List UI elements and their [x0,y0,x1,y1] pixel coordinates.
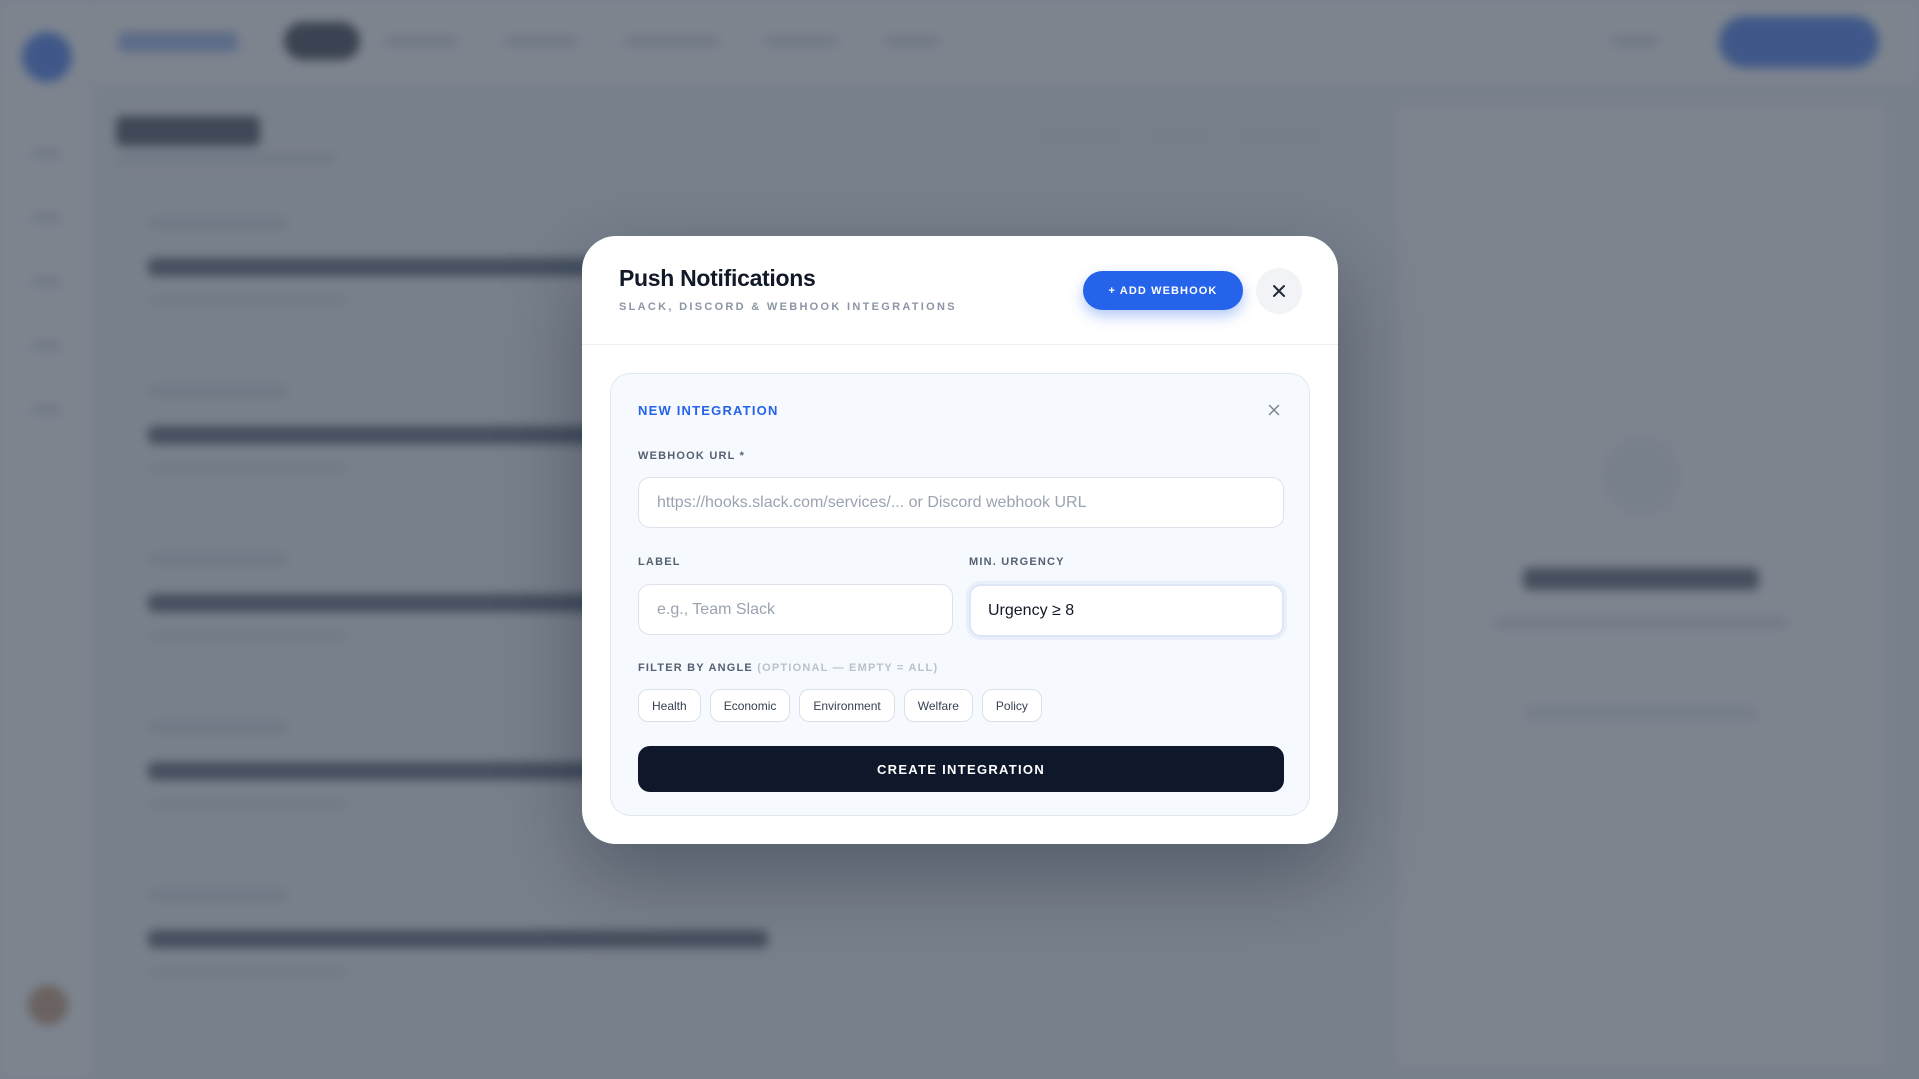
angle-filter-chips: Health Economic Environment Welfare Poli… [638,689,1042,722]
min-urgency-label: MIN. URGENCY [969,556,1065,568]
angle-chip-health[interactable]: Health [638,689,701,722]
modal-title: Push Notifications [619,265,816,291]
add-webhook-button[interactable]: + ADD WEBHOOK [1083,271,1243,310]
form-title: NEW INTEGRATION [638,403,779,418]
close-icon [1273,285,1285,297]
min-urgency-select[interactable]: Urgency ≥ 8 [969,584,1284,637]
label-input[interactable] [638,584,953,635]
modal-header: Push Notifications SLACK, DISCORD & WEBH… [582,236,1338,345]
label-field-label: LABEL [638,556,681,568]
push-notifications-modal: Push Notifications SLACK, DISCORD & WEBH… [582,236,1338,844]
min-urgency-value: Urgency ≥ 8 [988,601,1075,619]
filter-hint: (OPTIONAL — EMPTY = ALL) [757,662,939,674]
angle-chip-economic[interactable]: Economic [709,689,791,722]
angle-chip-environment[interactable]: Environment [799,689,895,722]
close-form-button[interactable] [1265,401,1283,419]
new-integration-form: NEW INTEGRATION WEBHOOK URL * LABEL MIN.… [610,373,1310,816]
create-integration-button[interactable]: CREATE INTEGRATION [638,746,1284,792]
close-modal-button[interactable] [1256,268,1302,314]
webhook-url-label: WEBHOOK URL * [638,450,746,462]
angle-chip-welfare[interactable]: Welfare [903,689,973,722]
close-icon [1268,404,1280,416]
angle-chip-policy[interactable]: Policy [981,689,1042,722]
modal-subtitle: SLACK, DISCORD & WEBHOOK INTEGRATIONS [619,301,957,313]
webhook-url-input[interactable] [638,477,1284,528]
filter-by-angle-label: FILTER BY ANGLE (OPTIONAL — EMPTY = ALL) [638,662,938,674]
filter-label-text: FILTER BY ANGLE [638,662,753,674]
